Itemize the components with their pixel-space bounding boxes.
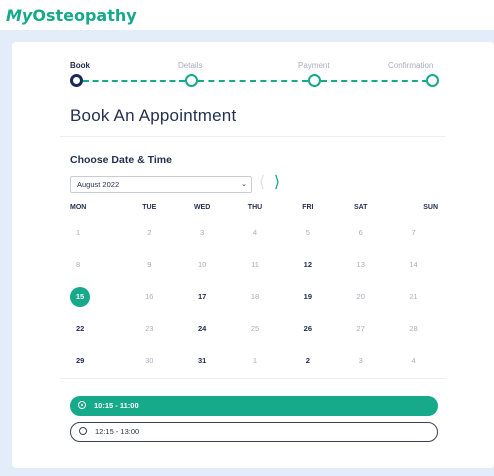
- time-slot-selected[interactable]: 10:15 - 11:00: [70, 396, 438, 416]
- step-connector: [321, 80, 428, 82]
- calendar-day: 5: [305, 227, 310, 237]
- weekday-label: MON: [70, 204, 87, 211]
- radio-unchecked-icon: [79, 427, 87, 436]
- brand-logo[interactable]: MyOsteopathy: [6, 6, 137, 25]
- step-label-payment: Payment: [298, 61, 330, 70]
- calendar-day: 9: [147, 259, 152, 269]
- step-dot-details: [185, 74, 198, 87]
- calendar-day: 16: [145, 291, 154, 301]
- divider: [60, 136, 446, 137]
- calendar-day: 4: [411, 355, 416, 365]
- calendar-day[interactable]: 19: [281, 287, 334, 307]
- weekday-label: TUE: [142, 204, 157, 211]
- step-dot-confirmation: [426, 74, 439, 87]
- month-select[interactable]: August 2022 ⌄: [70, 176, 252, 193]
- step-label-details: Details: [178, 61, 203, 70]
- weekday-label: FRI: [302, 204, 314, 211]
- divider: [60, 378, 446, 379]
- calendar-day[interactable]: 29: [70, 351, 123, 371]
- calendar-day: 27: [356, 323, 365, 333]
- calendar-day: 20: [356, 291, 365, 301]
- calendar-day: 7: [411, 227, 416, 237]
- calendar-day: 23: [145, 323, 154, 333]
- calendar-day: 1: [76, 227, 81, 237]
- calendar-day-selected[interactable]: 15: [70, 286, 90, 307]
- time-slot-label: 10:15 - 11:00: [94, 401, 139, 410]
- calendar-day[interactable]: 2: [281, 351, 334, 371]
- calendar-day: 6: [358, 227, 363, 237]
- radio-checked-icon: [78, 401, 86, 410]
- brand-logo-name: Osteopathy: [32, 6, 137, 25]
- calendar-day: 3: [358, 355, 363, 365]
- calendar-week-row: 1 2 3 4 5 6 7: [70, 218, 440, 247]
- calendar-day[interactable]: 17: [176, 287, 229, 307]
- page-title: Book An Appointment: [70, 106, 237, 125]
- step-label-confirmation: Confirmation: [388, 61, 434, 70]
- calendar-day: 21: [409, 291, 418, 301]
- calendar-day: 10: [197, 259, 207, 269]
- calendar-grid: MON TUE WED THU FRI SAT SUN 1 2 3 4 5 6 7 8 9 10 1…: [70, 204, 440, 375]
- chevron-down-icon: ⌄: [241, 181, 247, 188]
- calendar-day: 11: [251, 259, 259, 269]
- calendar-day[interactable]: 26: [281, 319, 334, 339]
- calendar-day: 3: [200, 227, 205, 237]
- month-select-value: August 2022: [77, 180, 120, 189]
- calendar-day: 8: [76, 259, 81, 269]
- calendar-day[interactable]: 24: [176, 319, 229, 339]
- calendar-day[interactable]: 22: [70, 319, 123, 339]
- calendar-day: 30: [145, 355, 154, 365]
- calendar-day: 4: [252, 227, 258, 237]
- chevron-left-icon[interactable]: ⟨: [255, 174, 269, 192]
- calendar-day: 18: [250, 291, 260, 301]
- time-slot-label: 12:15 - 13:00: [95, 427, 140, 436]
- step-label-book: Book: [70, 61, 90, 70]
- time-slot[interactable]: 12:15 - 13:00: [70, 422, 438, 442]
- calendar-week-row: 8 9 10 11 12 13 14: [70, 250, 440, 279]
- calendar-day[interactable]: 31: [176, 351, 229, 371]
- calendar-body: 1 2 3 4 5 6 7 8 9 10 11 12 13 14 15 16 17 18 19 20 21 22 23 24 2…: [70, 218, 440, 375]
- section-title-date-time: Choose Date & Time: [70, 154, 172, 166]
- step-dot-payment: [308, 74, 321, 87]
- calendar-week-row: 29 30 31 1 2 3 4: [70, 346, 440, 375]
- weekday-label: SAT: [353, 204, 368, 211]
- calendar-week-row: 15 16 17 18 19 20 21: [70, 282, 440, 311]
- calendar-day: 14: [409, 259, 418, 269]
- step-dot-book: [70, 74, 83, 87]
- weekday-label: THU: [247, 204, 263, 211]
- calendar-day: 2: [147, 227, 152, 237]
- calendar-week-row: 22 23 24 25 26 27 28: [70, 314, 440, 343]
- progress-stepper: Book Details Payment Confirmation: [70, 61, 439, 91]
- calendar-day: 25: [250, 323, 260, 333]
- brand-logo-prefix: My: [6, 6, 33, 25]
- calendar-day: 1: [252, 355, 258, 365]
- calendar-day: 28: [409, 323, 418, 333]
- weekday-label: WED: [193, 204, 211, 211]
- weekday-label: SUN: [423, 204, 438, 211]
- calendar-weekday-header: MON TUE WED THU FRI SAT SUN: [70, 204, 440, 218]
- calendar-day[interactable]: 12: [281, 255, 334, 275]
- step-connector: [198, 80, 308, 82]
- step-connector: [83, 80, 185, 82]
- calendar-day: 13: [356, 259, 365, 269]
- chevron-right-icon[interactable]: ⟩: [270, 174, 284, 192]
